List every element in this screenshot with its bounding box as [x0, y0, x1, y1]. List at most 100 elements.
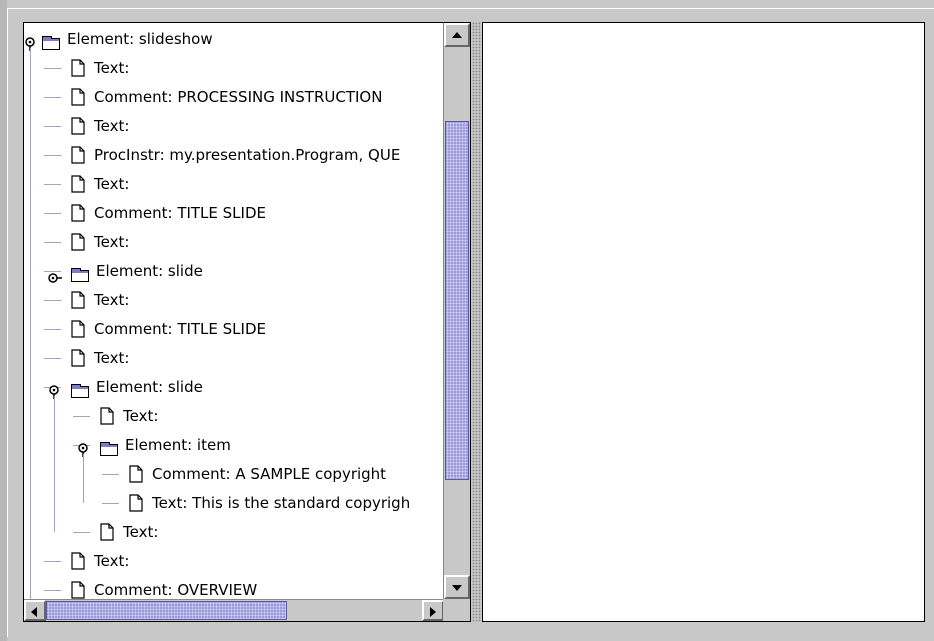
- tree-node-label: Text:: [94, 552, 130, 570]
- tree-node-leaf[interactable]: Text:: [24, 403, 442, 429]
- tree-node-label: Element: slideshow: [67, 30, 213, 48]
- tree-node-label: Text:: [94, 291, 130, 309]
- tree-connector: [102, 503, 119, 504]
- tree-node-leaf[interactable]: Text:: [24, 519, 442, 545]
- window-left-edge: [0, 0, 7, 641]
- tree-guide-line: [30, 48, 31, 599]
- tree-guide-line: [83, 454, 84, 503]
- tree-node-leaf[interactable]: Comment: OVERVIEW: [24, 577, 442, 599]
- folder-icon: [42, 32, 60, 50]
- vertical-scroll-thumb[interactable]: [445, 120, 469, 480]
- tree-connector: [44, 184, 61, 185]
- tree-node-label: ProcInstr: my.presentation.Program, QUE: [94, 146, 401, 164]
- expanded-handle-icon[interactable]: [77, 439, 89, 457]
- tree-connector: [44, 213, 61, 214]
- tree-node-leaf[interactable]: Text:: [24, 548, 442, 574]
- tree-node-element[interactable]: Element: slide: [24, 258, 442, 284]
- scrollbar-corner: [443, 599, 470, 621]
- tree-node-label: Text:: [94, 175, 130, 193]
- document-icon: [71, 175, 85, 193]
- tree-guide-line: [54, 396, 55, 532]
- tree-connector: [44, 155, 61, 156]
- tree-scroll-pane: Element: slideshow Text: Comment: PROCESSI…: [23, 22, 471, 622]
- tree-node-leaf[interactable]: Text:: [24, 345, 442, 371]
- content-pane: [482, 22, 925, 622]
- tree-node-label: Element: slide: [96, 262, 203, 280]
- tree-node-label: Comment: PROCESSING INSTRUCTION: [94, 88, 383, 106]
- tree-connector: [44, 68, 61, 69]
- scroll-up-button[interactable]: [444, 23, 470, 47]
- document-icon: [71, 117, 85, 135]
- document-icon: [129, 465, 143, 483]
- collapsed-handle-icon[interactable]: [48, 266, 62, 283]
- arrow-down-icon: [452, 585, 462, 591]
- document-icon: [71, 204, 85, 222]
- arrow-left-icon: [31, 607, 37, 617]
- tree-node-label: Text:: [123, 523, 159, 541]
- tree-connector: [44, 561, 61, 562]
- tree-node-element[interactable]: Element: slideshow: [24, 26, 442, 52]
- tree-node-label: Text:: [123, 407, 159, 425]
- tree-node-label: Comment: A SAMPLE copyright: [152, 465, 387, 483]
- document-icon: [71, 349, 85, 367]
- tree-connector: [44, 358, 61, 359]
- document-icon: [71, 233, 85, 251]
- tree-connector: [102, 474, 119, 475]
- tree-node-element[interactable]: Element: slide: [24, 374, 442, 400]
- tree-node-leaf[interactable]: Text:: [24, 171, 442, 197]
- tree-node-leaf[interactable]: Text:: [24, 113, 442, 139]
- scroll-left-button[interactable]: [24, 600, 46, 621]
- folder-icon: [71, 264, 89, 282]
- arrow-right-icon: [430, 607, 436, 617]
- tree-connector: [73, 532, 90, 533]
- horizontal-scrollbar[interactable]: [24, 599, 444, 621]
- tree-node-label: Text:: [94, 117, 130, 135]
- tree-node-label: Text:: [94, 233, 130, 251]
- tree-node-leaf[interactable]: Text:: [24, 287, 442, 313]
- tree-node-leaf[interactable]: Text:: [24, 55, 442, 81]
- expanded-handle-icon[interactable]: [48, 381, 60, 399]
- tree-node-leaf[interactable]: Text:: [24, 229, 442, 255]
- tree-node-leaf[interactable]: ProcInstr: my.presentation.Program, QUE: [24, 142, 442, 168]
- tree-node-label: Comment: OVERVIEW: [94, 581, 258, 599]
- folder-icon: [71, 380, 89, 398]
- tree-connector: [44, 329, 61, 330]
- tree-connector: [44, 97, 61, 98]
- horizontal-scroll-thumb[interactable]: [46, 601, 287, 620]
- tree-node-label: Element: item: [125, 436, 231, 454]
- document-icon: [71, 552, 85, 570]
- scroll-right-button[interactable]: [422, 600, 444, 621]
- tree-node-leaf[interactable]: Comment: PROCESSING INSTRUCTION: [24, 84, 442, 110]
- tree-node-label: Text:: [94, 349, 130, 367]
- document-icon: [100, 407, 114, 425]
- tree-connector: [44, 126, 61, 127]
- tree-node-label: Text:: [94, 59, 130, 77]
- tree-node-leaf[interactable]: Comment: TITLE SLIDE: [24, 200, 442, 226]
- tree-node-label: Element: slide: [96, 378, 203, 396]
- document-icon: [71, 59, 85, 77]
- expanded-handle-icon[interactable]: [24, 33, 36, 51]
- dom-tree: Element: slideshow Text: Comment: PROCESSI…: [24, 23, 442, 599]
- tree-node-leaf[interactable]: Comment: A SAMPLE copyright: [24, 461, 442, 487]
- document-icon: [71, 146, 85, 164]
- document-icon: [71, 320, 85, 338]
- document-icon: [129, 494, 143, 512]
- vertical-scrollbar[interactable]: [443, 23, 470, 599]
- split-pane-divider[interactable]: [472, 22, 481, 622]
- document-icon: [71, 581, 85, 599]
- tree-node-leaf[interactable]: Comment: TITLE SLIDE: [24, 316, 442, 342]
- tree-connector: [44, 242, 61, 243]
- folder-icon: [100, 438, 118, 456]
- arrow-up-icon: [452, 32, 462, 38]
- tree-node-label: Comment: TITLE SLIDE: [94, 204, 266, 222]
- scroll-down-button[interactable]: [444, 575, 470, 599]
- tree-connector: [44, 300, 61, 301]
- tree-connector: [73, 416, 90, 417]
- tree-node-leaf[interactable]: Text: This is the standard copyrigh: [24, 490, 442, 516]
- document-icon: [100, 523, 114, 541]
- document-icon: [71, 88, 85, 106]
- tree-node-label: Comment: TITLE SLIDE: [94, 320, 266, 338]
- tree-node-element[interactable]: Element: item: [24, 432, 442, 458]
- tree-connector: [44, 590, 61, 591]
- tree-node-label: Text: This is the standard copyrigh: [152, 494, 411, 512]
